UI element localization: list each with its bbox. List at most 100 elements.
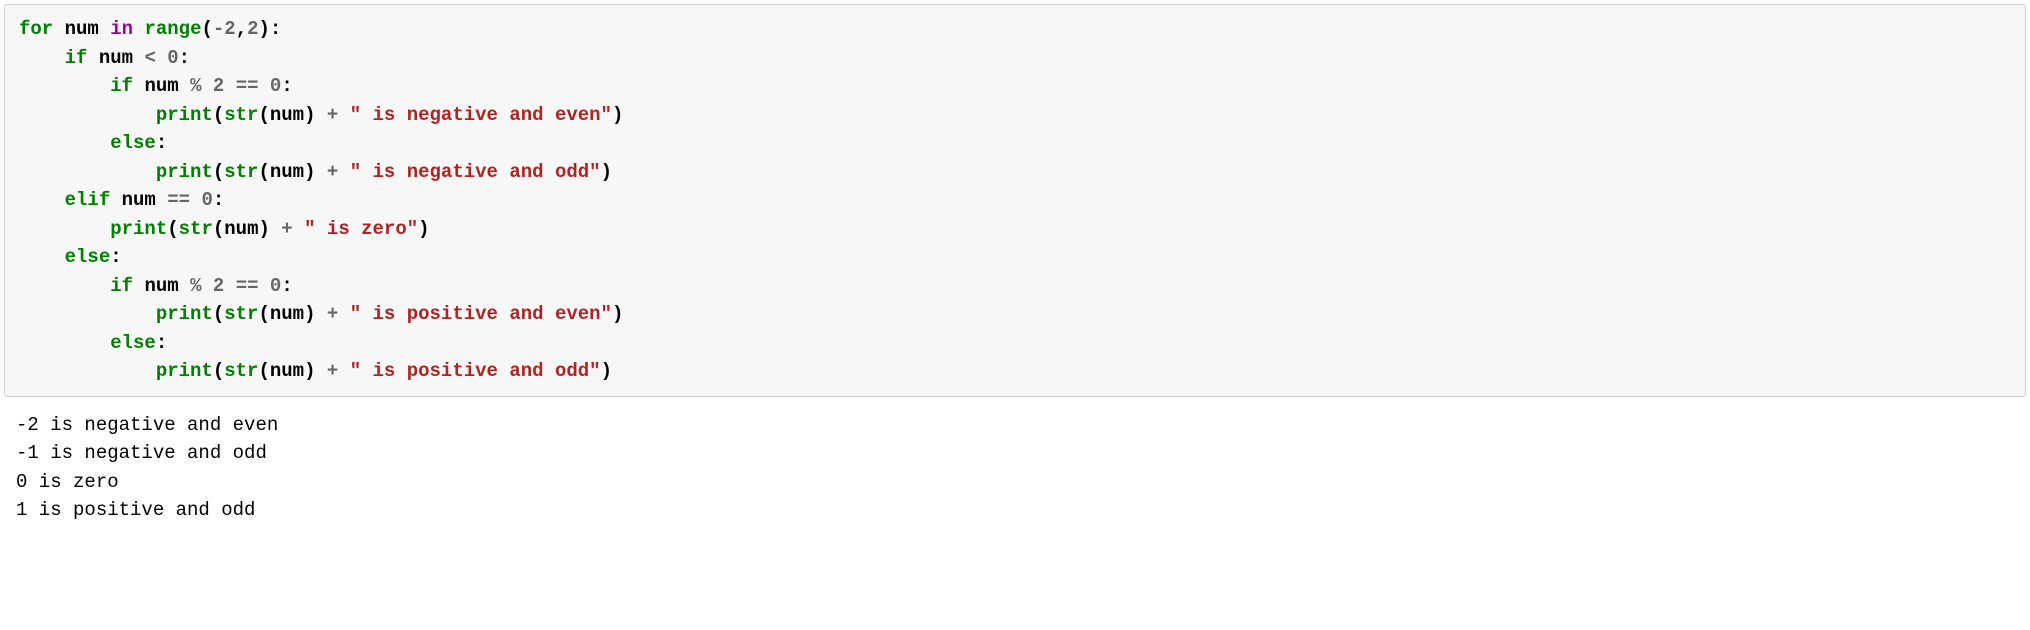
paren: ) (612, 303, 623, 325)
keyword-in: in (110, 18, 133, 40)
number: 2 (224, 18, 235, 40)
code-line: print(str(num) + " is positive and odd") (19, 360, 612, 382)
string-literal: " is positive and even" (350, 303, 612, 325)
variable-num: num (270, 360, 304, 382)
op-lt: < (144, 47, 155, 69)
builtin-str: str (224, 104, 258, 126)
number: 2 (247, 18, 258, 40)
variable-num: num (65, 18, 99, 40)
keyword-elif: elif (65, 189, 111, 211)
paren: ( (213, 218, 224, 240)
op-eq: == (236, 275, 259, 297)
op-eq: == (236, 75, 259, 97)
colon: : (156, 332, 167, 354)
op-plus: + (327, 161, 338, 183)
op-mod: % (190, 275, 201, 297)
variable-num: num (270, 303, 304, 325)
builtin-str: str (224, 303, 258, 325)
colon: : (110, 246, 121, 268)
colon: : (179, 47, 190, 69)
op-plus: + (281, 218, 292, 240)
builtin-print: print (156, 104, 213, 126)
paren: ( (258, 303, 269, 325)
keyword-for: for (19, 18, 53, 40)
op-mod: % (190, 75, 201, 97)
minus: - (213, 18, 224, 40)
variable-num: num (224, 218, 258, 240)
paren: ) (259, 18, 270, 40)
paren: ) (304, 104, 315, 126)
string-literal: " is positive and odd" (350, 360, 601, 382)
paren: ) (418, 218, 429, 240)
code-cell: for num in range(-2,2): if num < 0: if n… (4, 4, 2026, 397)
colon: : (156, 132, 167, 154)
string-literal: " is negative and odd" (350, 161, 601, 183)
paren: ( (213, 161, 224, 183)
output-line: 1 is positive and odd (16, 499, 255, 521)
code-line: else: (19, 332, 167, 354)
output-line: 0 is zero (16, 471, 119, 493)
op-plus: + (327, 360, 338, 382)
variable-num: num (99, 47, 133, 69)
output-line: -2 is negative and even (16, 414, 278, 436)
keyword-if: if (110, 275, 133, 297)
paren: ) (601, 161, 612, 183)
op-eq: == (167, 189, 190, 211)
builtin-str: str (224, 161, 258, 183)
paren: ( (213, 360, 224, 382)
keyword-if: if (65, 47, 88, 69)
paren: ) (612, 104, 623, 126)
paren: ( (258, 161, 269, 183)
code-line: print(str(num) + " is zero") (19, 218, 430, 240)
variable-num: num (122, 189, 156, 211)
builtin-print: print (156, 303, 213, 325)
paren: ( (201, 18, 212, 40)
builtin-print: print (156, 360, 213, 382)
builtin-print: print (156, 161, 213, 183)
output-line: -1 is negative and odd (16, 442, 267, 464)
code-line: for num in range(-2,2): (19, 18, 281, 40)
code-line: print(str(num) + " is negative and odd") (19, 161, 612, 183)
op-plus: + (327, 104, 338, 126)
colon: : (213, 189, 224, 211)
paren: ) (258, 218, 269, 240)
variable-num: num (144, 275, 178, 297)
builtin-range: range (144, 18, 201, 40)
code-line: if num % 2 == 0: (19, 75, 293, 97)
code-line: else: (19, 132, 167, 154)
number: 0 (270, 75, 281, 97)
builtin-str: str (179, 218, 213, 240)
number: 2 (213, 275, 224, 297)
keyword-else: else (65, 246, 111, 268)
builtin-print: print (110, 218, 167, 240)
keyword-else: else (110, 132, 156, 154)
code-line: print(str(num) + " is negative and even"… (19, 104, 623, 126)
paren: ( (258, 360, 269, 382)
paren: ( (213, 104, 224, 126)
keyword-else: else (110, 332, 156, 354)
string-literal: " is negative and even" (350, 104, 612, 126)
code-line: print(str(num) + " is positive and even"… (19, 303, 623, 325)
number: 0 (167, 47, 178, 69)
paren: ( (167, 218, 178, 240)
string-literal: " is zero" (304, 218, 418, 240)
number: 0 (201, 189, 212, 211)
variable-num: num (270, 161, 304, 183)
code-line: elif num == 0: (19, 189, 224, 211)
variable-num: num (144, 75, 178, 97)
op-plus: + (327, 303, 338, 325)
colon: : (270, 18, 281, 40)
output-cell: -2 is negative and even -1 is negative a… (0, 401, 2030, 531)
number: 2 (213, 75, 224, 97)
builtin-str: str (224, 360, 258, 382)
comma: , (236, 18, 247, 40)
colon: : (281, 75, 292, 97)
code-line: else: (19, 246, 122, 268)
variable-num: num (270, 104, 304, 126)
code-line: if num % 2 == 0: (19, 275, 293, 297)
paren: ( (213, 303, 224, 325)
paren: ) (304, 161, 315, 183)
keyword-if: if (110, 75, 133, 97)
number: 0 (270, 275, 281, 297)
paren: ( (258, 104, 269, 126)
